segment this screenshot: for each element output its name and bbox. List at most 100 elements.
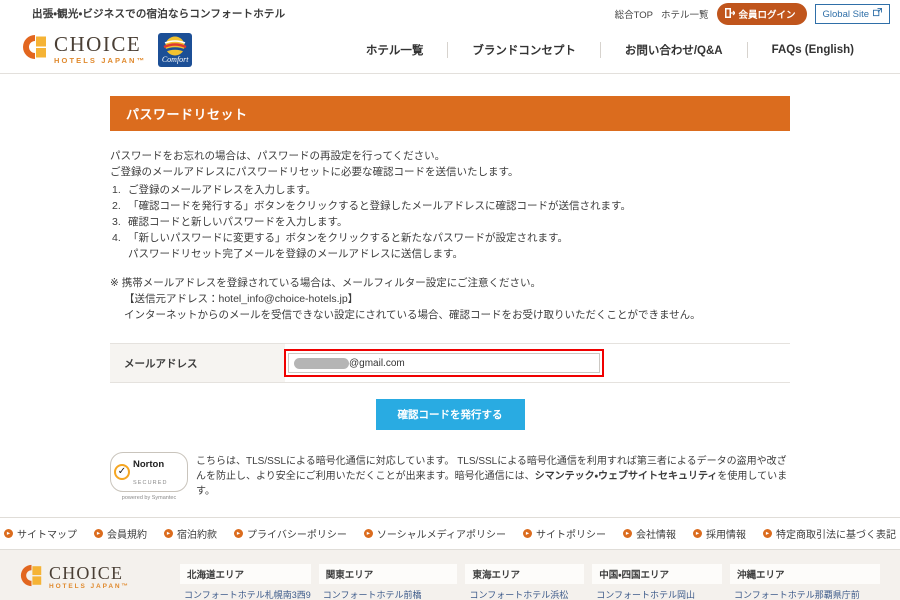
step-number: 2.	[112, 200, 121, 212]
footer-link-privacy-policy[interactable]: ▸ プライバシーポリシー	[234, 526, 347, 541]
bullet-arrow-icon: ▸	[692, 528, 702, 538]
issue-verification-code-button[interactable]: 確認コードを発行する	[375, 399, 525, 430]
nav-item-contact-qa[interactable]: お問い合わせ/Q&A	[601, 42, 747, 58]
footer-link-member-terms[interactable]: ▸ 会員規約	[94, 526, 147, 541]
external-link-icon	[873, 8, 882, 20]
submit-button-wrap: 確認コードを発行する	[110, 399, 790, 430]
footer-link-label: 宿泊約款	[177, 529, 218, 541]
site-tagline: 出張・観光・ビジネスでの宿泊ならコンフォートホテル	[32, 8, 286, 20]
step-item: 3. 確認コードと新しいパスワードを入力します。	[110, 214, 790, 230]
footer-logo-wordmark: CHOICE HOTELS JAPAN™	[49, 564, 130, 591]
footer-link-label: 会員規約	[107, 529, 148, 541]
bullet-arrow-icon: ▸	[622, 528, 632, 538]
hotel-link[interactable]: コンフォートホテル岡山	[592, 588, 722, 600]
bullet-arrow-icon: ▸	[94, 528, 104, 538]
footer-link-company-info[interactable]: ▸ 会社情報	[622, 526, 676, 541]
email-field-cell: @gmail.com	[284, 344, 790, 382]
area-heading: 北海道エリア	[180, 563, 311, 584]
footer-logo-main: CHOICE	[49, 563, 124, 584]
step-completion-note: パスワードリセット完了メールを登録のメールアドレスに送信します。	[128, 248, 463, 260]
step-number: 1.	[112, 184, 121, 196]
norton-badge-text: Norton SECURED	[133, 455, 168, 489]
footer-link-label: ソーシャルメディアポリシー	[376, 529, 506, 541]
step-text: 「確認コードを発行する」ボタンをクリックすると登録したメールアドレスに確認コード…	[128, 200, 631, 212]
member-login-button[interactable]: 会員ログイン	[716, 3, 807, 25]
top-utility-bar: 出張・観光・ビジネスでの宿泊ならコンフォートホテル 総合TOP ホテル一覧 会員…	[0, 0, 900, 26]
area-column-kanto: 関東エリア コンフォートホテル前橋 コンフォートホテル成田 コンフォートホテル東…	[318, 563, 458, 600]
footer-choice-logo[interactable]: CHOICE HOTELS JAPAN™	[20, 564, 170, 592]
hotel-link[interactable]: コンフォートホテル前橋	[319, 588, 458, 600]
hotel-link[interactable]: コンフォートホテル浜松	[465, 588, 584, 600]
comfort-logo-label: Comfort	[161, 54, 189, 64]
footer-link-label: 特定商取引法に基づく表記	[775, 529, 896, 541]
choice-logo-mark	[20, 564, 43, 592]
footer-link-social-media-policy[interactable]: ▸ ソーシャルメディアポリシー	[363, 526, 506, 541]
norton-security-block: ✓ Norton SECURED powered by Symantec こちら…	[110, 452, 790, 517]
footer-brand-block: CHOICE HOTELS JAPAN™ 株式会社チョイスホテルズジャパンは C…	[20, 564, 170, 600]
footer-area-columns: 北海道エリア コンフォートホテル札幌南3西9 コンフォートホテル函館 コンフォー…	[180, 563, 880, 600]
area-column-okinawa: 沖縄エリア コンフォートホテル那覇県庁前	[730, 563, 880, 600]
nav-item-brand-concept[interactable]: ブランドコンセプト	[448, 42, 600, 58]
password-reset-form: メールアドレス @gmail.com 確認コードを発行する	[110, 343, 790, 430]
site-header: CHOICE HOTELS JAPAN™ Comfort ホテル一覧 ブランドコ…	[0, 26, 900, 74]
step-text: ご登録のメールアドレスを入力します。	[128, 184, 316, 196]
footer-link-label: 会社情報	[635, 529, 676, 541]
norton-powered-by: powered by Symantec	[121, 494, 177, 501]
step-item: 2. 「確認コードを発行する」ボタンをクリックすると登録したメールアドレスに確認コ…	[110, 198, 790, 214]
norton-badge-body: ✓ Norton SECURED	[110, 452, 188, 492]
footer-link-label: サイトポリシー	[535, 529, 606, 541]
choice-logo-sub: HOTELS JAPAN™	[54, 56, 147, 66]
choice-hotels-logo[interactable]: CHOICE HOTELS JAPAN™	[22, 34, 146, 65]
area-column-chugoku-shikoku: 中国・四国エリア コンフォートホテル岡山 コンフォートホテル広島大手町 コンフォ…	[592, 563, 722, 600]
area-heading: 沖縄エリア	[730, 563, 880, 584]
step-number: 3.	[112, 216, 121, 228]
choice-logo-wordmark: CHOICE HOTELS JAPAN™	[54, 34, 146, 65]
bullet-arrow-icon: ▸	[234, 528, 244, 538]
nav-item-hotel-list[interactable]: ホテル一覧	[342, 42, 448, 58]
hotel-link[interactable]: コンフォートホテル札幌南3西9	[180, 588, 311, 600]
main-content: パスワードリセット パスワードをお忘れの場合は、パスワードの再設定を行ってくださ…	[0, 74, 900, 517]
email-field-highlight: @gmail.com	[284, 349, 604, 377]
footer-main: CHOICE HOTELS JAPAN™ 株式会社チョイスホテルズジャパンは C…	[0, 549, 900, 600]
footer-link-recruit-info[interactable]: ▸ 採用情報	[692, 526, 746, 541]
footer-link-accommodation-terms[interactable]: ▸ 宿泊約款	[164, 526, 217, 541]
toplink-hotel-list[interactable]: ホテル一覧	[661, 7, 709, 21]
footer-logo-sub: HOTELS JAPAN™	[49, 583, 130, 591]
step-number: 4.	[112, 232, 121, 244]
bullet-arrow-icon: ▸	[164, 528, 174, 538]
comfort-logo[interactable]: Comfort	[158, 32, 193, 67]
area-heading: 東海エリア	[465, 563, 585, 584]
intro-line-1: パスワードをお忘れの場合は、パスワードの再設定を行ってください。	[110, 150, 446, 162]
toplink-general-top[interactable]: 総合TOP	[615, 7, 653, 21]
global-site-button[interactable]: Global Site	[814, 4, 890, 24]
footer-link-commercial-law[interactable]: ▸ 特定商取引法に基づく表記	[762, 526, 896, 541]
email-input[interactable]: @gmail.com	[288, 353, 600, 373]
main-navigation: ホテル一覧 ブランドコンセプト お問い合わせ/Q&A FAQs (English…	[342, 41, 878, 58]
email-field-label: メールアドレス	[110, 344, 285, 382]
bullet-arrow-icon: ▸	[522, 528, 532, 538]
checkmark-icon: ✓	[114, 463, 130, 480]
step-text: 「新しいパスワードに変更する」ボタンをクリックすると新たなパスワードが設定されま…	[128, 232, 568, 244]
nav-item-faqs-english[interactable]: FAQs (English)	[748, 44, 878, 56]
email-form-row: メールアドレス @gmail.com	[110, 343, 790, 383]
header-logo-group[interactable]: CHOICE HOTELS JAPAN™ Comfort	[22, 32, 193, 67]
step-text: 確認コードと新しいパスワードを入力します。	[128, 216, 348, 228]
member-login-label: 会員ログイン	[738, 10, 796, 21]
norton-secured-badge[interactable]: ✓ Norton SECURED powered by Symantec	[110, 452, 188, 501]
hotel-link[interactable]: コンフォートホテル那覇県庁前	[730, 588, 880, 600]
footer-link-label: プライバシーポリシー	[247, 529, 347, 541]
bullet-arrow-icon: ▸	[4, 528, 14, 538]
norton-secured-label: SECURED	[133, 479, 168, 486]
footer-link-bar: ▸ サイトマップ ▸ 会員規約 ▸ 宿泊約款 ▸ プライバシーポリシー ▸ ソーシャルメデ…	[0, 516, 900, 550]
ssl-description-text: こちらは、TLS/SSLによる暗号化通信に対応しています。 TLS/SSLによる…	[196, 452, 790, 499]
notice-line-1: ※ 携帯メールアドレスを登録されている場合は、メールフィルター設定にご注意くださ…	[110, 277, 541, 289]
steps-list: 1. ご登録のメールアドレスを入力します。 2. 「確認コードを発行する」ボタンをク…	[110, 182, 790, 246]
footer-link-site-policy[interactable]: ▸ サイトポリシー	[522, 526, 606, 541]
bullet-arrow-icon: ▸	[363, 528, 373, 538]
redacted-value-bar	[294, 357, 349, 369]
intro-line-2: ご登録のメールアドレスにパスワードリセットに必要な確認コードを送信いたします。	[110, 166, 519, 178]
footer-link-sitemap[interactable]: ▸ サイトマップ	[4, 526, 77, 541]
global-site-label: Global Site	[822, 8, 869, 20]
norton-name: Norton	[133, 459, 165, 470]
topbar-right-group: 総合TOP ホテル一覧 会員ログイン Global Site	[615, 0, 890, 25]
